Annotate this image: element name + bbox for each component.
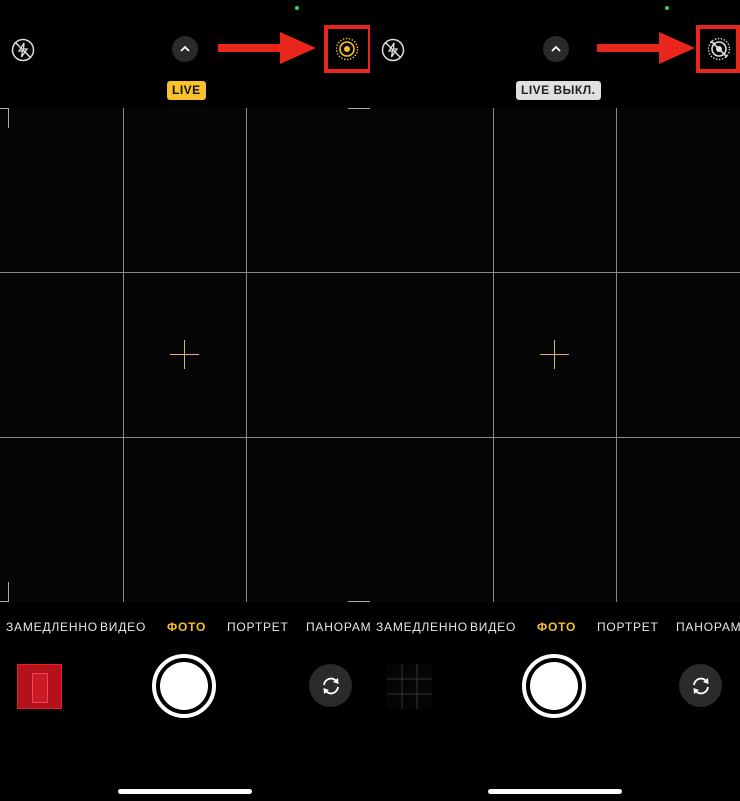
grid-line: [246, 108, 247, 602]
viewfinder[interactable]: [0, 108, 370, 602]
red-arrow-annotation: [218, 32, 316, 64]
viewfinder[interactable]: [370, 108, 740, 602]
grid-line: [0, 437, 370, 438]
frame-corner: [8, 582, 9, 602]
privacy-indicator-dot: [665, 6, 669, 10]
grid-line: [493, 108, 494, 602]
thumbnail-image: [32, 673, 48, 703]
camera-screen-live-off: LIVE ВЫКЛ. ЗАМЕДЛЕННО ВИДЕО ФОТО ПОРТРЕТ…: [370, 0, 740, 801]
mode-portrait[interactable]: ПОРТРЕТ: [597, 620, 659, 634]
mode-pano[interactable]: ПАНОРАМА: [306, 620, 370, 634]
camera-flip-icon[interactable]: [309, 664, 352, 707]
live-status-badge: LIVE: [167, 81, 206, 100]
grid-line: [0, 272, 370, 273]
frame-corner: [348, 601, 370, 602]
grid-line: [370, 272, 740, 273]
live-photo-on-icon[interactable]: [334, 36, 360, 62]
grid-line: [616, 108, 617, 602]
privacy-indicator-dot: [295, 6, 299, 10]
frame-corner: [0, 108, 8, 109]
camera-screen-live-on: LIVE ЗАМЕДЛЕННО ВИДЕО ФОТО ПОРТРЕТ ПАНОР…: [0, 0, 370, 801]
grid-line: [370, 437, 740, 438]
chevron-up-icon[interactable]: [172, 36, 198, 62]
mode-slomo[interactable]: ЗАМЕДЛЕННО: [6, 620, 98, 634]
frame-corner: [348, 108, 370, 109]
shutter-button-inner: [530, 662, 578, 710]
mode-selector: ЗАМЕДЛЕННО ВИДЕО ФОТО ПОРТРЕТ ПАНОРАМА: [370, 620, 740, 638]
focus-crosshair: [184, 340, 185, 369]
flash-off-icon[interactable]: [10, 37, 36, 63]
mode-photo[interactable]: ФОТО: [537, 620, 576, 634]
mode-portrait[interactable]: ПОРТРЕТ: [227, 620, 289, 634]
shutter-button[interactable]: [152, 654, 216, 718]
shutter-button-inner: [160, 662, 208, 710]
chevron-up-icon[interactable]: [543, 36, 569, 62]
camera-flip-icon[interactable]: [679, 664, 722, 707]
live-photo-off-icon[interactable]: [706, 36, 732, 62]
home-indicator[interactable]: [118, 789, 252, 794]
last-photo-thumbnail[interactable]: [387, 664, 432, 709]
flash-off-icon[interactable]: [380, 37, 406, 63]
mode-selector: ЗАМЕДЛЕННО ВИДЕО ФОТО ПОРТРЕТ ПАНОРАМА: [0, 620, 370, 638]
frame-corner: [8, 108, 9, 128]
last-photo-thumbnail[interactable]: [17, 664, 62, 709]
focus-crosshair: [554, 340, 555, 369]
live-status-badge: LIVE ВЫКЛ.: [516, 81, 601, 100]
mode-video[interactable]: ВИДЕО: [470, 620, 516, 634]
mode-slomo[interactable]: ЗАМЕДЛЕННО: [376, 620, 468, 634]
red-arrow-annotation: [597, 32, 695, 64]
grid-line: [123, 108, 124, 602]
home-indicator[interactable]: [488, 789, 622, 794]
mode-video[interactable]: ВИДЕО: [100, 620, 146, 634]
shutter-button[interactable]: [522, 654, 586, 718]
frame-corner: [0, 601, 8, 602]
mode-pano[interactable]: ПАНОРАМА: [676, 620, 740, 634]
mode-photo[interactable]: ФОТО: [167, 620, 206, 634]
